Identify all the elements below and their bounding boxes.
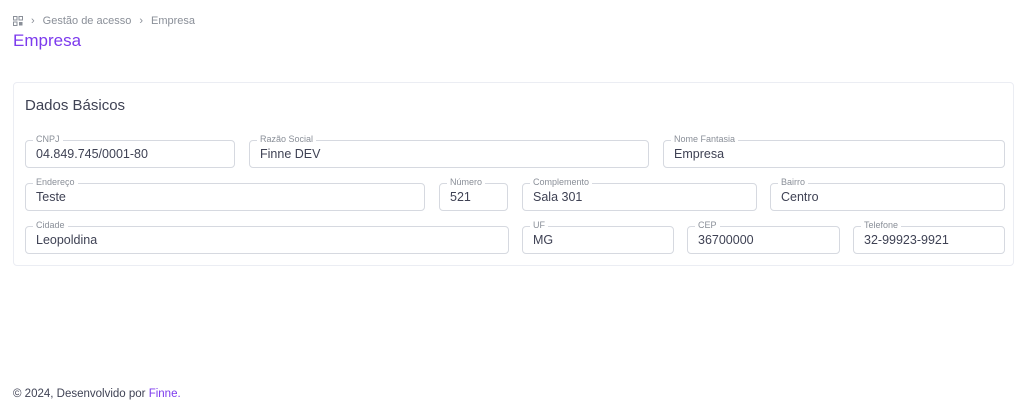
- footer-copyright: © 2024, Desenvolvido por: [13, 388, 146, 400]
- uf-field-container: UF: [522, 220, 674, 254]
- nome-fantasia-field-container: Nome Fantasia: [663, 134, 1005, 168]
- bairro-field-container: Bairro: [770, 177, 1005, 211]
- cep-input[interactable]: [698, 227, 833, 253]
- breadcrumb-item-gestao-de-acesso[interactable]: Gestão de acesso: [43, 15, 132, 27]
- breadcrumb: › Gestão de acesso › Empresa: [13, 15, 195, 27]
- cnpj-field-container: CNPJ: [25, 134, 235, 168]
- endereco-field-container: Endereço: [25, 177, 425, 211]
- razao-social-field-container: Razão Social: [249, 134, 649, 168]
- complemento-field-container: Complemento: [522, 177, 757, 211]
- footer: © 2024, Desenvolvido por Finne.: [13, 388, 181, 400]
- endereco-input[interactable]: [36, 184, 418, 210]
- breadcrumb-separator-icon: ›: [139, 15, 144, 27]
- dashboard-grid-icon[interactable]: [13, 16, 23, 26]
- breadcrumb-item-empresa: Empresa: [151, 15, 196, 27]
- cnpj-input[interactable]: [36, 141, 228, 167]
- cidade-input[interactable]: [36, 227, 502, 253]
- uf-input[interactable]: [533, 227, 667, 253]
- card-title: Dados Básicos: [25, 97, 126, 114]
- razao-social-input[interactable]: [260, 141, 642, 167]
- nome-fantasia-input[interactable]: [674, 141, 998, 167]
- bairro-input[interactable]: [781, 184, 998, 210]
- cep-field-container: CEP: [687, 220, 840, 254]
- page-title: Empresa: [13, 31, 82, 50]
- dados-basicos-card: Dados Básicos CNPJ Razão Social Nome Fan…: [13, 82, 1014, 266]
- footer-finne-link[interactable]: Finne.: [149, 388, 181, 400]
- numero-input[interactable]: [450, 184, 501, 210]
- numero-field-container: Número: [439, 177, 508, 211]
- cidade-field-container: Cidade: [25, 220, 509, 254]
- complemento-input[interactable]: [533, 184, 750, 210]
- breadcrumb-separator-icon: ›: [31, 15, 35, 27]
- telefone-field-container: Telefone: [853, 220, 1005, 254]
- telefone-input[interactable]: [864, 227, 998, 253]
